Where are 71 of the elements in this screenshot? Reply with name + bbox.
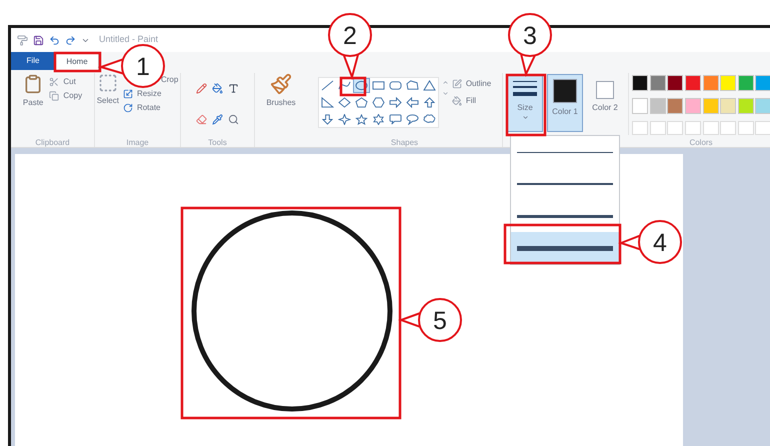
color-swatch[interactable]: [738, 98, 754, 114]
color-swatch[interactable]: [667, 98, 684, 114]
scissors-icon: [49, 77, 60, 87]
color-swatch[interactable]: [720, 75, 736, 91]
bucket-icon[interactable]: [212, 83, 223, 94]
pencil-icon[interactable]: [196, 83, 207, 94]
color-swatch[interactable]: [755, 75, 770, 91]
color-swatch[interactable]: [632, 75, 648, 91]
pen-square-icon: [452, 79, 462, 89]
text-icon[interactable]: [228, 83, 239, 94]
magnifier-icon[interactable]: [228, 114, 239, 124]
bucket-icon: [452, 96, 462, 106]
crop-button[interactable]: Crop: [160, 73, 178, 87]
save-icon[interactable]: [33, 34, 44, 46]
group-label: Shapes: [390, 139, 418, 147]
redo-icon[interactable]: [65, 34, 76, 46]
shape-option[interactable]: [352, 112, 370, 127]
copy-button[interactable]: Copy: [49, 89, 82, 103]
color-swatch[interactable]: [684, 75, 701, 91]
group-label: Colors: [689, 139, 713, 147]
undo-icon[interactable]: [49, 34, 60, 46]
resize-icon: [122, 89, 133, 99]
clipboard-icon: [23, 73, 44, 95]
color-swatch[interactable]: [720, 98, 736, 114]
group-label: Image: [126, 139, 149, 147]
dashed-rectangle-icon: [96, 73, 119, 93]
window-title: Untitled - Paint: [99, 33, 158, 46]
highlight-box: [506, 74, 546, 136]
cut-button[interactable]: Cut: [49, 75, 82, 89]
rotate-icon: [122, 103, 133, 113]
color-swatch[interactable]: [650, 75, 666, 91]
shape-option[interactable]: [404, 112, 421, 127]
group-label: Clipboard: [35, 139, 70, 147]
select-button[interactable]: Select: [96, 73, 119, 139]
shape-option[interactable]: [404, 95, 421, 110]
paste-button[interactable]: Paste: [22, 73, 44, 139]
color-picker-button[interactable]: Color 2: [587, 74, 623, 132]
ribbon-tab[interactable]: File: [11, 52, 55, 70]
highlight-box: [340, 76, 366, 96]
shape-option[interactable]: [386, 95, 404, 110]
color-swatch[interactable]: [650, 98, 666, 114]
resize-button[interactable]: Resize: [122, 87, 178, 101]
size-button[interactable]: Size: [507, 74, 543, 132]
color-swatch[interactable]: [667, 75, 684, 91]
caret-icon: [522, 114, 528, 121]
shape-option[interactable]: [318, 95, 336, 110]
shape-option[interactable]: [370, 95, 387, 110]
fill-button[interactable]: Fill: [452, 94, 492, 108]
shape-option[interactable]: [336, 112, 353, 127]
size-option[interactable]: [511, 232, 619, 264]
copy-icon: [49, 91, 60, 101]
pipette-icon[interactable]: [212, 114, 223, 124]
color-swatch[interactable]: [702, 75, 718, 91]
color-picker-button[interactable]: Color 1: [547, 74, 583, 132]
group-label: Tools: [208, 139, 227, 147]
shape-option[interactable]: [352, 95, 370, 110]
eraser-icon[interactable]: [196, 114, 207, 124]
brush-icon: [270, 73, 292, 95]
shape-option[interactable]: [386, 112, 404, 127]
rotate-button[interactable]: Rotate: [122, 101, 178, 115]
outline-button[interactable]: Outline: [452, 77, 492, 91]
shape-option[interactable]: [318, 78, 336, 93]
shape-option[interactable]: [336, 95, 353, 110]
color-swatch[interactable]: [755, 98, 770, 114]
color-swatch[interactable]: [632, 98, 648, 114]
brushes-button[interactable]: Brushes: [266, 73, 296, 147]
shape-option[interactable]: [420, 78, 438, 93]
color-swatch[interactable]: [684, 98, 701, 114]
color-swatch[interactable]: [738, 75, 754, 91]
color-swatch[interactable]: [702, 98, 718, 114]
app-icon: [17, 34, 28, 46]
